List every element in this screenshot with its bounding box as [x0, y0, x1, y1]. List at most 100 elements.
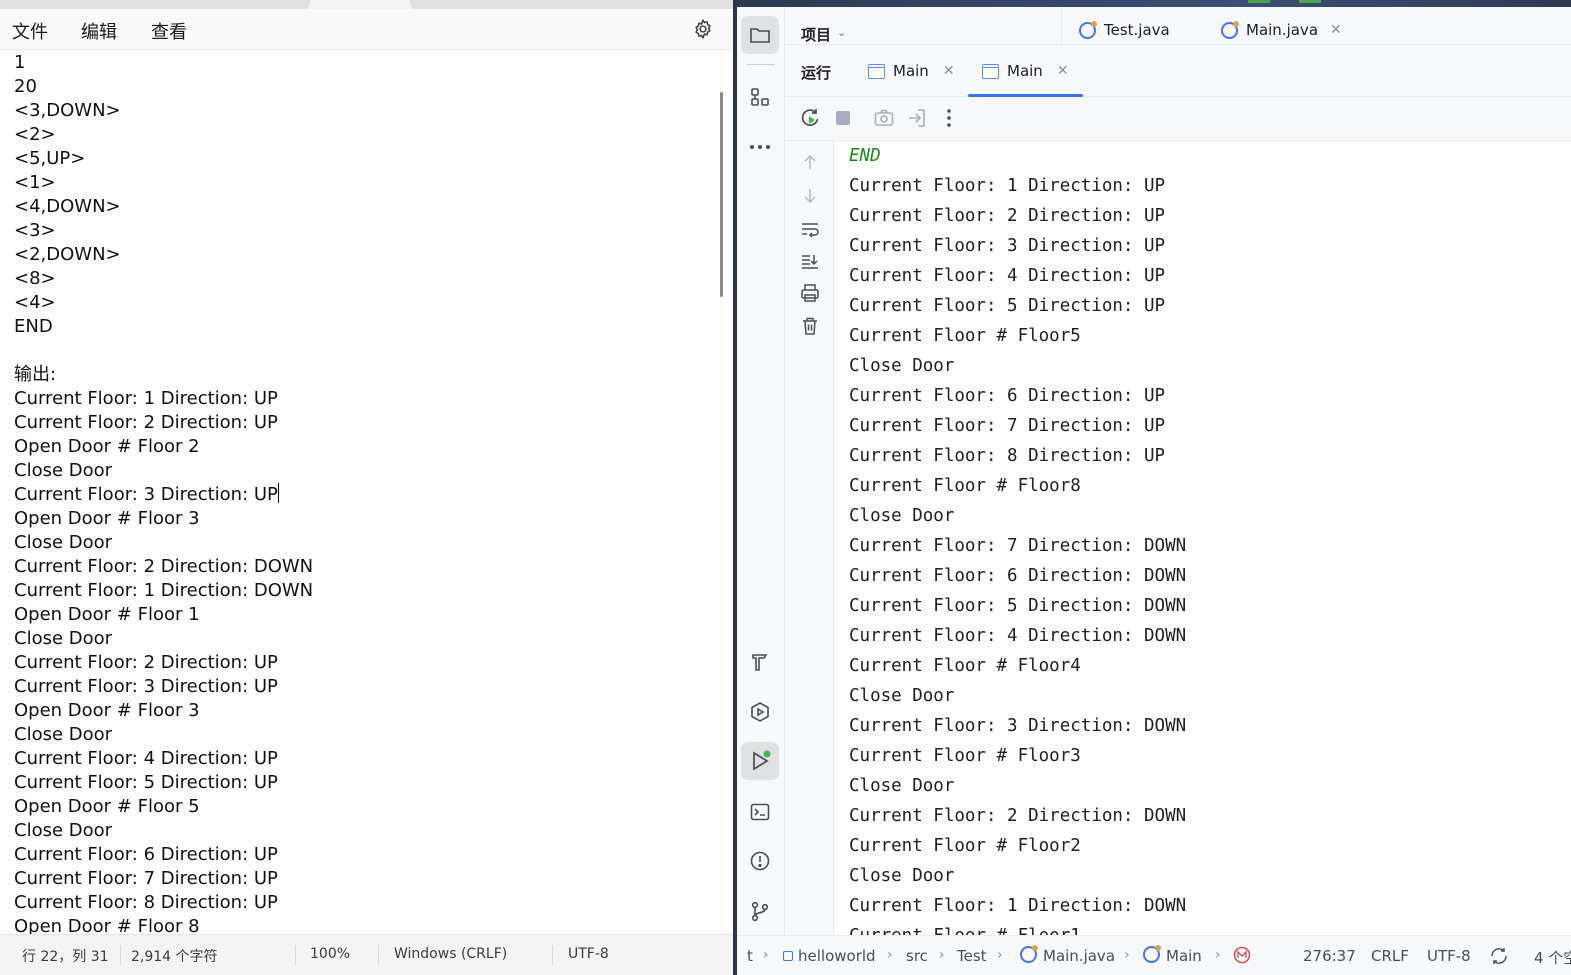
console-line: Current Floor: 2 Direction: UP: [849, 206, 1166, 226]
arrow-down-icon[interactable]: [799, 185, 821, 207]
notepad-tab[interactable]: [0, 0, 310, 9]
structure-icon[interactable]: [741, 78, 779, 116]
notepad-tab[interactable]: [410, 0, 733, 9]
line-separator[interactable]: CRLF: [1371, 947, 1409, 965]
close-icon[interactable]: ✕: [1057, 63, 1069, 79]
line-ending[interactable]: Windows (CRLF): [394, 946, 507, 962]
text-line: Close Door: [14, 532, 113, 553]
console-line: Current Floor # Floor4: [849, 656, 1081, 676]
run-icon[interactable]: [741, 742, 779, 780]
terminal-icon[interactable]: [741, 793, 779, 831]
text-line: Open Door # Floor 2: [14, 436, 200, 457]
run-tab-main-1[interactable]: Main ✕: [868, 45, 955, 97]
rerun-icon[interactable]: [799, 107, 821, 129]
text-line: Current Floor: 4 Direction: UP: [14, 748, 278, 769]
camera-icon[interactable]: [873, 107, 895, 129]
breadcrumb-src[interactable]: src: [906, 947, 928, 965]
trash-icon[interactable]: [799, 315, 821, 337]
tab-main-java[interactable]: Main.java ✕: [1221, 17, 1342, 43]
text-line: <2,DOWN>: [14, 244, 121, 265]
ide-header: 项目 ⌄ Test.java Main.java ✕: [785, 7, 1571, 45]
more-icon[interactable]: [741, 128, 779, 166]
breadcrumb-class[interactable]: Main: [1166, 947, 1202, 965]
cursor-position: 行 22，列 31: [22, 949, 109, 965]
text-line: <1>: [14, 172, 56, 193]
run-tab-label: Main: [1007, 62, 1043, 80]
text-line: 输出:: [14, 364, 57, 385]
run-tab-label: Main: [893, 62, 929, 80]
console-line: Current Floor: 4 Direction: UP: [849, 266, 1166, 286]
status-divider: [120, 945, 121, 965]
caret-position[interactable]: 276:37: [1303, 947, 1356, 965]
zoom-level[interactable]: 100%: [310, 946, 350, 962]
text-line: Open Door # Floor 5: [14, 796, 200, 817]
menu-file[interactable]: 文件: [12, 18, 48, 44]
tab-label: Main.java: [1246, 21, 1319, 39]
tab-test-java[interactable]: Test.java: [1079, 17, 1170, 43]
services-icon[interactable]: [741, 693, 779, 731]
breadcrumb-project-label[interactable]: helloworld: [798, 947, 876, 965]
run-indicator: [1299, 0, 1321, 3]
kebab-menu-icon[interactable]: [938, 107, 960, 129]
build-hammer-icon[interactable]: [741, 643, 779, 681]
console-line: Current Floor # Floor8: [849, 476, 1081, 496]
run-toolbar: [785, 97, 1571, 141]
text-line: Current Floor: 5 Direction: UP: [14, 772, 278, 793]
stop-icon[interactable]: [832, 107, 854, 129]
run-tab-main-2[interactable]: Main ✕: [968, 45, 1083, 97]
menu-view[interactable]: 查看: [151, 18, 187, 44]
arrow-up-icon[interactable]: [799, 151, 821, 173]
project-selector[interactable]: 项目: [801, 24, 831, 45]
chevron-down-icon[interactable]: ⌄: [837, 26, 846, 39]
breadcrumb-root[interactable]: t: [747, 947, 753, 965]
console-output[interactable]: END Current Floor: 1 Direction: UP Current…: [834, 141, 1571, 935]
notepad-text-area[interactable]: 1 20 <3,DOWN> <2> <5,UP> <1> <4,DOWN> <3> <2,DOW…: [0, 50, 720, 934]
console-gutter: [785, 141, 834, 935]
run-tabs-bar: 运行 Main ✕ Main ✕: [785, 45, 1571, 97]
indent-setting[interactable]: 4 个空: [1534, 947, 1571, 968]
text-line: <3>: [14, 220, 56, 241]
text-line: Current Floor: 8 Direction: UP: [14, 892, 278, 913]
text-line: Open Door # Floor 3: [14, 700, 200, 721]
encoding[interactable]: UTF-8: [568, 946, 609, 962]
project-folder-icon[interactable]: [741, 16, 779, 54]
close-icon[interactable]: ✕: [1330, 22, 1342, 38]
file-encoding[interactable]: UTF-8: [1427, 947, 1471, 965]
method-icon: [1233, 946, 1251, 968]
text-line: Open Door # Floor 3: [14, 508, 200, 529]
scroll-to-end-icon[interactable]: [799, 250, 821, 272]
print-icon[interactable]: [799, 282, 821, 304]
status-divider: [552, 945, 553, 965]
readonly-toggle-icon[interactable]: [1489, 946, 1509, 970]
console-line: Current Floor: 8 Direction: UP: [849, 446, 1166, 466]
status-divider: [295, 945, 296, 965]
console-line: Current Floor: 4 Direction: DOWN: [849, 626, 1187, 646]
run-title: 运行: [801, 64, 832, 82]
text-line: [14, 339, 313, 363]
login-icon[interactable]: [906, 107, 928, 129]
problems-icon[interactable]: [741, 842, 779, 880]
breadcrumb-package[interactable]: Test: [957, 947, 987, 965]
console-line: Current Floor # Floor3: [849, 746, 1081, 766]
tab-label: Test.java: [1104, 21, 1170, 39]
tool-window-bar: [737, 7, 785, 935]
notepad-scrollbar[interactable]: [720, 92, 723, 297]
breadcrumb-file[interactable]: Main.java: [1043, 947, 1115, 965]
menu-edit[interactable]: 编辑: [81, 18, 117, 44]
notepad-lines: 1 20 <3,DOWN> <2> <5,UP> <1> <4,DOWN> <3> <2,DOW…: [14, 51, 313, 934]
git-branch-icon[interactable]: [741, 892, 779, 930]
close-icon[interactable]: ✕: [943, 63, 955, 79]
console-line: Current Floor: 3 Direction: UP: [849, 236, 1166, 256]
ide-statusbar: t › helloworld › src › Test › Main.java …: [737, 935, 1571, 975]
soft-wrap-icon[interactable]: [799, 218, 821, 240]
console-line: Current Floor: 1 Direction: UP: [849, 176, 1166, 196]
text-line: Close Door: [14, 460, 113, 481]
console-line: END: [849, 146, 881, 166]
gear-icon[interactable]: [692, 18, 714, 40]
console-line: Close Door: [849, 776, 955, 796]
chevron-right-icon: ›: [1215, 947, 1221, 963]
breadcrumb-project[interactable]: [783, 947, 793, 965]
text-line: Current Floor: 3 Direction: UP: [14, 483, 279, 505]
text-line: 1: [14, 52, 26, 73]
console-line: Close Door: [849, 866, 955, 886]
